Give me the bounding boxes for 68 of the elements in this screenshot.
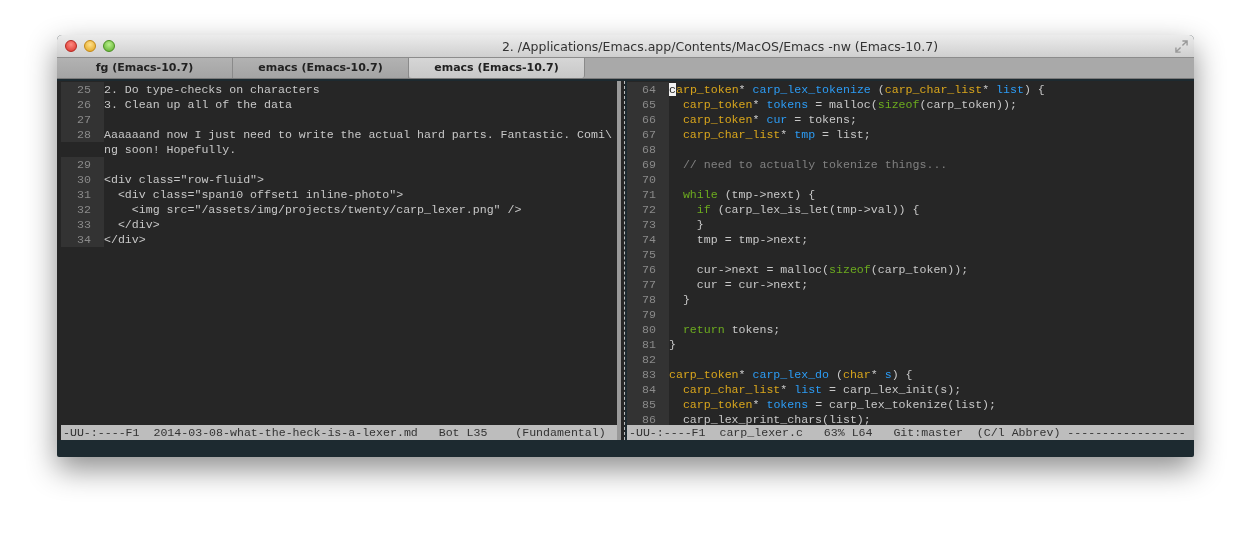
code-line: } (681, 292, 690, 307)
window-title: 2. /Applications/Emacs.app/Contents/MacOS/Emacs -nw (Emacs-10.7) (500, 38, 940, 54)
code-line: <div class="row-fluid"> (104, 172, 265, 187)
code-line: return tokens; (681, 322, 781, 337)
line-number: 81 (642, 338, 656, 351)
code-line: </div> (116, 217, 160, 232)
tab[interactable]: fg (Emacs-10.7) (57, 58, 233, 78)
code-line: 3. Clean up all of the data (104, 97, 292, 112)
code-line: carp_token* carp_lex_tokenize (carp_char_list* list) { (669, 82, 1045, 97)
line-number: 26 (77, 98, 91, 111)
line-number: 71 (642, 188, 656, 201)
code-line: cur->next = malloc(sizeof(carp_token)); (695, 262, 969, 277)
code-line: carp_char_list* list = carp_lex_init(s); (681, 382, 962, 397)
code-line: carp_token* tokens = malloc(sizeof(carp_token)); (681, 97, 1017, 112)
line-number: 76 (642, 263, 656, 276)
line-number: 66 (642, 113, 656, 126)
fullscreen-icon[interactable] (1175, 39, 1188, 53)
line-number: 68 (642, 143, 656, 156)
line-number: 86 (642, 413, 656, 425)
line-number: 82 (642, 353, 656, 366)
zoom-button[interactable] (103, 40, 115, 52)
code-line: carp_lex_print_chars(list); (681, 412, 871, 425)
line-number: 83 (642, 368, 656, 381)
tab[interactable]: emacs (Emacs-10.7) (233, 58, 409, 78)
line-number: 25 (77, 83, 91, 96)
line-number: 74 (642, 233, 656, 246)
line-number: 28 (77, 128, 91, 141)
code-line: if (carp_lex_is_let(tmp->val)) { (695, 202, 920, 217)
code-line: 2. Do type-checks on characters (104, 82, 320, 97)
line-number: 85 (642, 398, 656, 411)
code-line: carp_char_list* tmp = list; (681, 127, 871, 142)
code-line: } (669, 337, 676, 352)
code-line: // need to actually tokenize things... (681, 157, 948, 172)
line-number: 31 (77, 188, 91, 201)
line-number: 65 (642, 98, 656, 111)
line-number: 73 (642, 218, 656, 231)
line-number: 67 (642, 128, 656, 141)
line-number: 75 (642, 248, 656, 261)
code-line: cur = cur->next; (695, 277, 809, 292)
line-number: 77 (642, 278, 656, 291)
code-line: carp_token* tokens = carp_lex_tokenize(list); (681, 397, 997, 412)
minimize-button[interactable] (84, 40, 96, 52)
line-number: 79 (642, 308, 656, 321)
code-line: carp_token* cur = tokens; (681, 112, 857, 127)
code-line: } (695, 217, 704, 232)
code-line: </div> (104, 232, 146, 247)
line-number: 33 (77, 218, 91, 231)
line-number: 34 (77, 233, 91, 246)
tab[interactable]: emacs (Emacs-10.7) (409, 58, 585, 78)
line-number: 80 (642, 323, 656, 336)
line-number: 27 (77, 113, 91, 126)
line-number: 84 (642, 383, 656, 396)
line-number: 70 (642, 173, 656, 186)
code-line: carp_token* carp_lex_do (char* s) { (669, 367, 913, 382)
code-line: <div class="span10 offset1 inline-photo"> (116, 187, 404, 202)
line-number: 64 (642, 83, 656, 96)
code-line: tmp = tmp->next; (695, 232, 809, 247)
code-line: Aaaaaand now I just need to write the actual hard parts. Fantastic. Comi\ (104, 127, 612, 142)
code-line: while (tmp->next) { (681, 187, 816, 202)
line-number: 29 (77, 158, 91, 171)
line-number: 72 (642, 203, 656, 216)
code-line: ng soon! Hopefully. (104, 142, 237, 157)
line-number: 30 (77, 173, 91, 186)
code-line: <img src="/assets/img/projects/twenty/carp_lexer.png" /> (130, 202, 522, 217)
close-button[interactable] (65, 40, 77, 52)
line-number: 32 (77, 203, 91, 216)
line-number: 78 (642, 293, 656, 306)
line-number: 69 (642, 158, 656, 171)
